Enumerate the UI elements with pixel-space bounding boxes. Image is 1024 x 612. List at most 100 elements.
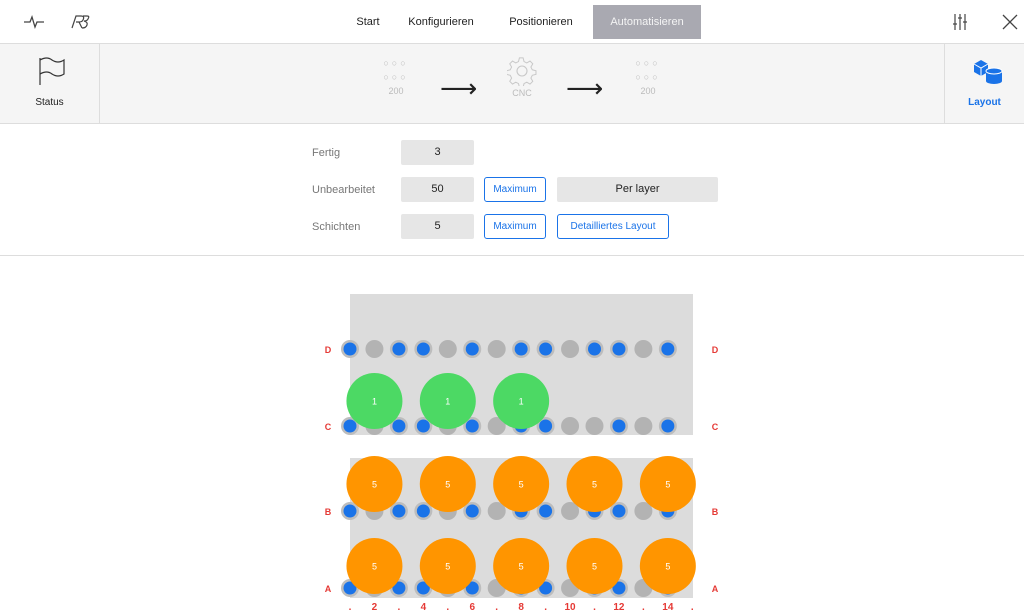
raw-part-label: 5 xyxy=(592,480,597,490)
finished-part-label: 1 xyxy=(445,397,450,407)
pin-active[interactable] xyxy=(392,419,406,433)
tab-konfigurieren[interactable]: Konfigurieren xyxy=(393,5,489,39)
raw-part-label: 5 xyxy=(519,562,524,572)
pin-inactive[interactable] xyxy=(634,417,653,435)
arrow-right-icon: ⟶ xyxy=(566,73,604,103)
pin-active[interactable] xyxy=(539,504,553,518)
machine-cnc: CNC xyxy=(492,56,552,98)
column-label: 8 xyxy=(518,602,524,612)
row-label-left: A xyxy=(325,584,332,594)
raw-part-label: 5 xyxy=(445,562,450,572)
pin-inactive[interactable] xyxy=(365,340,384,358)
top-bar: Start Konfigurieren Positionieren Automa… xyxy=(0,0,1024,44)
sliders-icon[interactable] xyxy=(948,10,972,34)
layout-boxes-icon xyxy=(972,58,1004,91)
raw-part-label: 5 xyxy=(372,480,377,490)
pin-active[interactable] xyxy=(343,342,357,356)
flag-icon xyxy=(37,56,67,91)
pin-active[interactable] xyxy=(612,419,626,433)
part-layout-grid: 1 1 1 5 5 5 5 5 5 5 5 5 5 D D C C B B A A. 2. 4. 6. 8. 10. 12. 14. xyxy=(325,294,719,612)
pin-inactive[interactable] xyxy=(634,340,653,358)
column-label: . xyxy=(349,602,352,612)
raw-part-label: 5 xyxy=(665,562,670,572)
pin-inactive[interactable] xyxy=(561,417,580,435)
row-label-left: D xyxy=(325,345,332,355)
layout-label: Layout xyxy=(968,97,1001,108)
row-label-left: B xyxy=(325,507,332,517)
pin-active[interactable] xyxy=(539,419,553,433)
robot-logo-icon[interactable] xyxy=(68,10,92,34)
status-button[interactable]: Status xyxy=(0,44,100,124)
automation-config-form: Fertig 3 Unbearbeitet 50 Maximum Per lay… xyxy=(0,124,1024,256)
schichten-label: Schichten xyxy=(312,221,361,233)
tab-automatisieren[interactable]: Automatisieren xyxy=(593,5,701,39)
machine-label: CNC xyxy=(512,88,532,98)
arrow-right-icon: ⟶ xyxy=(440,73,478,103)
main-tabs: Start Konfigurieren Positionieren Automa… xyxy=(343,5,701,39)
column-label: . xyxy=(593,602,596,612)
pin-active[interactable] xyxy=(539,342,553,356)
unbearbeitet-maximum-button[interactable]: Maximum xyxy=(484,177,546,202)
pin-active[interactable] xyxy=(465,342,479,356)
row-label-right: D xyxy=(712,345,719,355)
pin-active[interactable] xyxy=(465,419,479,433)
column-label: . xyxy=(691,602,694,612)
schichten-value[interactable]: 5 xyxy=(401,214,474,239)
column-label: 4 xyxy=(421,602,427,612)
pin-active[interactable] xyxy=(416,342,430,356)
raw-part-label: 5 xyxy=(665,480,670,490)
pin-inactive[interactable] xyxy=(438,340,457,358)
pulse-icon[interactable] xyxy=(22,10,46,34)
column-label: . xyxy=(398,602,401,612)
workflow-bar: Status ○○○ ○○○ 200 ⟶ CNC ⟶ ○○○ ○○○ 200 L… xyxy=(0,44,1024,124)
status-label: Status xyxy=(35,97,64,108)
pin-active[interactable] xyxy=(343,504,357,518)
pin-active[interactable] xyxy=(392,342,406,356)
pin-active[interactable] xyxy=(612,504,626,518)
column-label: 12 xyxy=(613,602,625,612)
close-icon[interactable] xyxy=(998,10,1022,34)
column-label: 2 xyxy=(372,602,378,612)
row-label-right: C xyxy=(712,422,719,432)
input-dots-icon: ○○○ xyxy=(383,58,409,68)
output-stack: ○○○ ○○○ 200 xyxy=(618,56,678,96)
pin-active[interactable] xyxy=(661,342,675,356)
finished-part-label: 1 xyxy=(519,397,524,407)
row-label-left: C xyxy=(325,422,332,432)
row-label-right: A xyxy=(712,584,719,594)
pin-inactive[interactable] xyxy=(561,340,580,358)
layout-button[interactable]: Layout xyxy=(944,44,1024,124)
pin-inactive[interactable] xyxy=(585,417,604,435)
pin-active[interactable] xyxy=(588,342,601,356)
unbearbeitet-value[interactable]: 50 xyxy=(401,177,474,202)
column-label: 10 xyxy=(564,602,576,612)
gear-icon xyxy=(492,56,552,88)
output-count: 200 xyxy=(640,86,656,96)
pin-active[interactable] xyxy=(612,342,626,356)
pin-inactive[interactable] xyxy=(487,340,506,358)
pin-active[interactable] xyxy=(661,419,675,433)
pin-active[interactable] xyxy=(416,504,430,518)
column-label: . xyxy=(544,602,547,612)
pin-active[interactable] xyxy=(343,419,357,433)
column-label: . xyxy=(495,602,498,612)
input-stack: ○○○ ○○○ 200 xyxy=(366,56,426,96)
fertig-label: Fertig xyxy=(312,147,341,159)
row-label-right: B xyxy=(712,507,719,517)
detailed-layout-button[interactable]: Detailliertes Layout xyxy=(557,214,669,239)
fertig-value[interactable]: 3 xyxy=(401,140,474,165)
input-count: 200 xyxy=(388,86,404,96)
per-layer-button[interactable]: Per layer xyxy=(557,177,718,202)
finished-part-label: 1 xyxy=(372,397,377,407)
pin-active[interactable] xyxy=(465,504,479,518)
tab-start[interactable]: Start xyxy=(343,5,393,39)
schichten-maximum-button[interactable]: Maximum xyxy=(484,214,546,239)
unbearbeitet-label: Unbearbeitet xyxy=(312,184,375,196)
raw-part-label: 5 xyxy=(592,562,597,572)
pin-active[interactable] xyxy=(416,419,430,433)
column-label: . xyxy=(446,602,449,612)
pin-active[interactable] xyxy=(392,504,406,518)
pin-active[interactable] xyxy=(514,342,528,356)
tab-positionieren[interactable]: Positionieren xyxy=(489,5,593,39)
raw-part-label: 5 xyxy=(519,480,524,490)
